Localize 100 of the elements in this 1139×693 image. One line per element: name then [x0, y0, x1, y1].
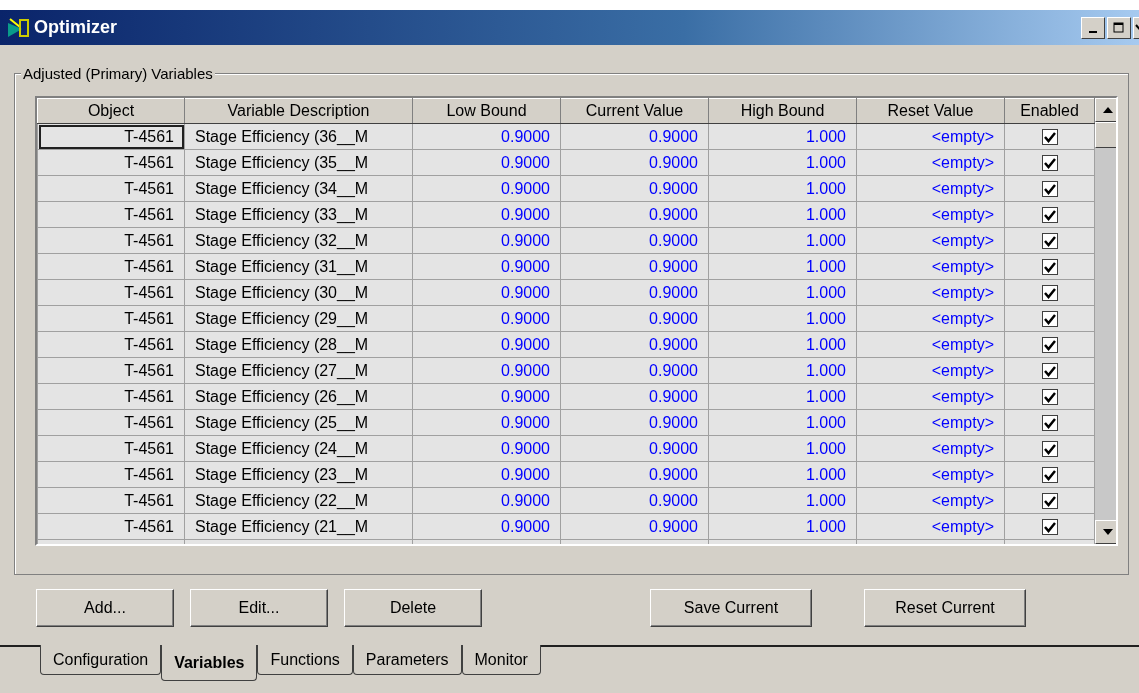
table-cell: Stage Efficiency (35__M [184, 149, 413, 176]
table-cell: T-4561 [37, 461, 185, 488]
column-header[interactable]: High Bound [708, 98, 857, 124]
app-icon [8, 16, 30, 39]
checkbox[interactable] [1041, 155, 1058, 172]
table-cell: 0.9000 [412, 487, 561, 514]
table-cell: 0.9000 [412, 331, 561, 358]
table-cell: T-4561 [37, 201, 185, 228]
table-cell: 0.9000 [560, 409, 709, 436]
down-arrow-icon [1102, 529, 1113, 535]
checkbox[interactable] [1041, 129, 1058, 146]
table-cell: Stage Efficiency (34__M [184, 175, 413, 202]
table-cell: 0.9000 [412, 279, 561, 306]
table-cell: 1.000 [708, 513, 857, 540]
checkbox[interactable] [1041, 259, 1058, 276]
table-cell: Stage Efficiency (27__M [184, 357, 413, 384]
column-header[interactable]: Enabled [1004, 98, 1095, 124]
table-cell: 1.000 [708, 201, 857, 228]
button[interactable]: Reset Current [864, 589, 1026, 627]
table-cell: Stage Efficiency (36__M [184, 123, 413, 150]
table-cell: 0.9000 [560, 175, 709, 202]
table-cell: 1.000 [708, 461, 857, 488]
checkbox[interactable] [1041, 233, 1058, 250]
button[interactable]: Add... [36, 589, 174, 627]
checkbox[interactable] [1041, 415, 1058, 432]
table-cell: 0.9000 [412, 149, 561, 176]
scroll-thumb[interactable] [1095, 122, 1116, 148]
table-cell: T-4561 [37, 513, 185, 540]
checkbox[interactable] [1041, 207, 1058, 224]
scroll-up-button[interactable] [1095, 98, 1116, 122]
table-cell: 1.000 [708, 175, 857, 202]
checkbox[interactable] [1041, 467, 1058, 484]
table-cell: 0.9000 [560, 279, 709, 306]
table-cell: Stage Efficiency (30__M [184, 279, 413, 306]
table-cell: <empty> [856, 305, 1005, 332]
tab[interactable]: Functions [257, 645, 353, 675]
button[interactable]: Edit... [190, 589, 328, 627]
tab[interactable]: Configuration [40, 645, 162, 675]
table-cell: Stage Efficiency (22__M [184, 487, 413, 514]
column-header[interactable]: Variable Description [184, 98, 413, 124]
table-cell: 0.9000 [412, 513, 561, 540]
checkbox[interactable] [1041, 493, 1058, 510]
table-cell: T-4561 [37, 383, 185, 410]
tab[interactable]: Monitor [461, 645, 541, 675]
maximize-button[interactable] [1107, 16, 1131, 39]
table-cell: <empty> [856, 461, 1005, 488]
tab[interactable]: Variables [161, 645, 258, 681]
button[interactable]: Save Current [650, 589, 812, 627]
table-cell: 0.9000 [412, 409, 561, 436]
table-cell: 0.9000 [560, 227, 709, 254]
table-cell: Stage Efficiency (33__M [184, 201, 413, 228]
table-cell: 1.000 [708, 487, 857, 514]
checkbox[interactable] [1041, 389, 1058, 406]
table-cell: 1.000 [708, 409, 857, 436]
checkbox[interactable] [1041, 441, 1058, 458]
table-cell: Stage Efficiency (21__M [184, 513, 413, 540]
column-header[interactable]: Reset Value [856, 98, 1005, 124]
table-cell: 0.9000 [412, 357, 561, 384]
table-cell: 0.9000 [560, 461, 709, 488]
window-title: Optimizer [34, 16, 117, 39]
table-cell: T-4561 [37, 331, 185, 358]
checkbox[interactable] [1041, 285, 1058, 302]
table-cell: 0.9000 [560, 357, 709, 384]
table-cell: <empty> [856, 123, 1005, 150]
minimize-button[interactable] [1081, 16, 1105, 39]
table-cell: 0.9000 [412, 461, 561, 488]
table-cell: 1.000 [708, 383, 857, 410]
table-cell: 0.9000 [412, 253, 561, 280]
checkbox[interactable] [1041, 181, 1058, 198]
table-cell: T-4561 [37, 253, 185, 280]
table-cell: 0.9000 [560, 331, 709, 358]
table-cell: T-4561 [37, 487, 185, 514]
table-cell: 1.000 [708, 149, 857, 176]
minimize-icon [1089, 30, 1097, 33]
table-cell: 0.9000 [412, 123, 561, 150]
checkbox[interactable] [1041, 337, 1058, 354]
column-header[interactable]: Object [37, 98, 185, 124]
table-cell: <empty> [856, 487, 1005, 514]
table-cell: 0.9000 [560, 123, 709, 150]
button[interactable]: Delete [344, 589, 482, 627]
tab[interactable]: Parameters [352, 645, 462, 675]
table-cell: Stage Efficiency (26__M [184, 383, 413, 410]
scroll-down-button[interactable] [1095, 520, 1116, 544]
table-cell: T-4561 [37, 227, 185, 254]
checkbox[interactable] [1041, 363, 1058, 380]
table-cell: <empty> [856, 175, 1005, 202]
table-cell: <empty> [856, 409, 1005, 436]
column-header[interactable]: Current Value [560, 98, 709, 124]
column-header[interactable]: Low Bound [412, 98, 561, 124]
table-cell: 1.000 [708, 253, 857, 280]
table-cell: <empty> [856, 201, 1005, 228]
checkbox[interactable] [1041, 519, 1058, 536]
table-cell: Stage Efficiency (23__M [184, 461, 413, 488]
table-cell: 1.000 [708, 227, 857, 254]
table-cell: 1.000 [708, 357, 857, 384]
table-cell: <empty> [856, 513, 1005, 540]
checkbox[interactable] [1041, 311, 1058, 328]
table-cell: T-4561 [37, 435, 185, 462]
table-cell: 0.9000 [412, 201, 561, 228]
table-cell: T-4561 [37, 409, 185, 436]
